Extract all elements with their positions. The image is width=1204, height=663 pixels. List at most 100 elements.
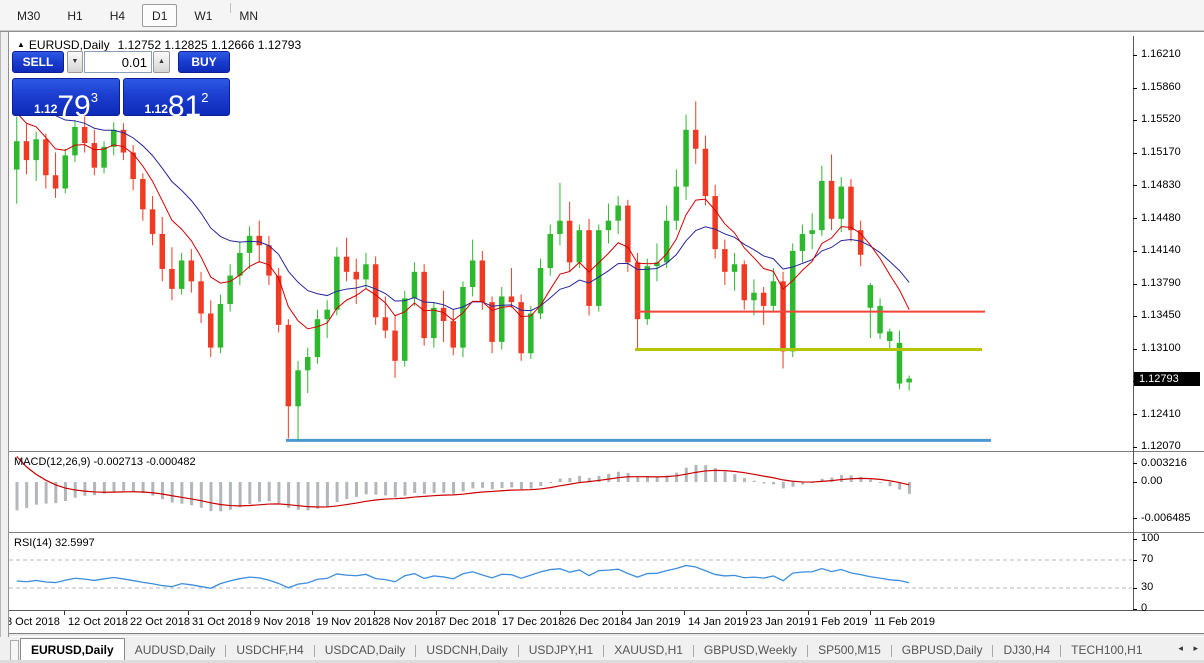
current-price-tag: 1.12793 — [1134, 371, 1200, 386]
price-axis-label: 1.15860 — [1141, 81, 1181, 94]
candle — [411, 271, 418, 299]
tab-usdcad-daily[interactable]: USDCAD,Daily — [315, 640, 416, 661]
candle — [14, 141, 20, 170]
date-axis-tick — [746, 611, 747, 615]
candle — [382, 317, 389, 331]
candle — [421, 271, 427, 339]
tab-sp500-m15[interactable]: SP500,M15 — [808, 640, 891, 661]
price-axis-tick — [1133, 87, 1137, 89]
candle — [673, 186, 680, 221]
volume-increase-button[interactable]: ▲ — [153, 51, 170, 73]
candle — [741, 264, 747, 301]
buy-price-box[interactable]: 1.12812 — [123, 78, 230, 123]
price-axis-label: 1.14140 — [1141, 244, 1181, 256]
candle — [547, 233, 553, 269]
volume-decrease-button[interactable]: ▼ — [67, 51, 83, 73]
rsi-axis-label: 30 — [1141, 581, 1154, 593]
sell-price-box[interactable]: 1.12793 — [12, 78, 120, 123]
tab-scroll-arrows: ◂ ▸ — [1170, 643, 1198, 654]
date-axis-label: 22 Oct 2018 — [130, 616, 190, 628]
candle — [169, 268, 175, 289]
timeframe-button-mn[interactable]: MN — [229, 4, 268, 27]
rsi-canvas — [2, 559, 1132, 589]
candle — [285, 324, 292, 407]
candle — [208, 313, 214, 348]
tab-usdjpy-h1[interactable]: USDJPY,H1 — [519, 640, 603, 661]
date-axis-tick — [250, 611, 251, 615]
price-axis-label: 1.16210 — [1141, 48, 1181, 60]
rsi-axis-label: 100 — [1141, 532, 1160, 544]
candle — [469, 260, 476, 287]
candle — [402, 298, 408, 361]
price-axis: 1.16210 1.15860 1.15520 1.15170 1.14830 1.144… — [1133, 32, 1204, 634]
candle — [217, 304, 224, 348]
candle — [596, 230, 602, 306]
rsi-axis-tick — [1133, 538, 1137, 540]
tab-audusd-daily[interactable]: AUDUSD,Daily — [125, 640, 226, 661]
price-axis-label: 1.14480 — [1141, 211, 1181, 224]
candle — [266, 245, 272, 276]
candle — [731, 264, 738, 272]
tab-tech100-h1[interactable]: TECH100,H1 — [1061, 640, 1152, 661]
candle — [722, 249, 728, 272]
macd-axis-tick — [1133, 463, 1137, 465]
candle — [770, 281, 777, 306]
price-axis-tick — [1133, 152, 1137, 154]
tab-eurusd-daily[interactable]: EURUSD,Daily — [20, 638, 125, 661]
candle — [877, 305, 883, 334]
timeframe-button-d1[interactable]: D1 — [142, 4, 178, 27]
expand-triangle-icon[interactable]: ▲ — [17, 40, 25, 49]
date-axis-label: 9 Nov 2018 — [254, 616, 311, 628]
date-axis-label: 31 Oct 2018 — [192, 616, 252, 628]
candle — [237, 252, 243, 276]
price-axis-tick — [1133, 54, 1137, 56]
date-axis-label: 23 Jan 2019 — [750, 616, 811, 628]
timeframe-button-h1[interactable]: H1 — [57, 4, 92, 27]
timeframe-button-w1[interactable]: W1 — [184, 4, 222, 27]
candle — [81, 126, 88, 144]
candle — [867, 285, 874, 308]
date-axis-tick — [436, 611, 437, 615]
date-axis-tick — [64, 611, 65, 615]
buy-price-base: 1.12 — [144, 102, 168, 116]
candle — [305, 357, 311, 371]
date-axis-label: 17 Dec 2018 — [502, 616, 565, 628]
tabs-scroll-right-button[interactable]: ▸ — [1193, 643, 1198, 653]
tab-usdchf-h4[interactable]: USDCHF,H4 — [226, 640, 313, 661]
macd-axis-tick — [1133, 481, 1137, 483]
tab-xauusd-h1[interactable]: XAUUSD,H1 — [604, 640, 693, 661]
candle — [615, 205, 621, 221]
candle — [324, 309, 330, 320]
candle — [693, 129, 699, 149]
price-axis-tick — [1133, 218, 1137, 220]
rsi-axis-tick — [1133, 608, 1137, 610]
candle — [256, 235, 262, 246]
volume-input[interactable] — [84, 51, 152, 73]
price-axis-tick — [1133, 348, 1137, 350]
candle — [499, 296, 505, 342]
tab-usdcnh-daily[interactable]: USDCNH,Daily — [416, 640, 517, 661]
tab-gbpusd-weekly[interactable]: GBPUSD,Weekly — [694, 640, 807, 661]
timeframe-button-h4[interactable]: H4 — [100, 4, 135, 27]
buy-price-pip: 2 — [201, 90, 209, 105]
tabs-scroll-left-button[interactable]: ◂ — [1178, 643, 1183, 653]
price-axis-label: 1.12070 — [1141, 440, 1181, 452]
timeframe-button-m30[interactable]: M30 — [7, 4, 50, 27]
chart-window[interactable]: ▲ EURUSD,Daily 1.12752 1.12825 1.12666 1.1… — [0, 31, 1204, 637]
date-axis-label: 4 Jan 2019 — [626, 616, 681, 628]
tab-dj30-h4[interactable]: DJ30,H4 — [993, 640, 1060, 661]
buy-button[interactable]: BUY — [178, 51, 230, 73]
symbol-tabbar: EURUSD,Daily AUDUSD,Daily USDCHF,H4 USDCAD,… — [0, 636, 1204, 663]
date-axis-tick — [684, 611, 685, 615]
candle — [838, 186, 844, 219]
candle — [848, 186, 854, 231]
macd-axis-label: 0.00 — [1141, 475, 1163, 487]
price-axis-label: 1.13790 — [1141, 277, 1181, 290]
candle — [23, 141, 30, 161]
sell-button[interactable]: SELL — [12, 51, 64, 73]
rsi-axis-tick — [1133, 587, 1137, 589]
tab-gbpusd-daily[interactable]: GBPUSD,Daily — [892, 640, 993, 661]
panel-separator — [0, 532, 1204, 535]
price-axis-label: 1.14830 — [1141, 178, 1181, 191]
date-axis-label: 19 Nov 2018 — [316, 616, 379, 628]
